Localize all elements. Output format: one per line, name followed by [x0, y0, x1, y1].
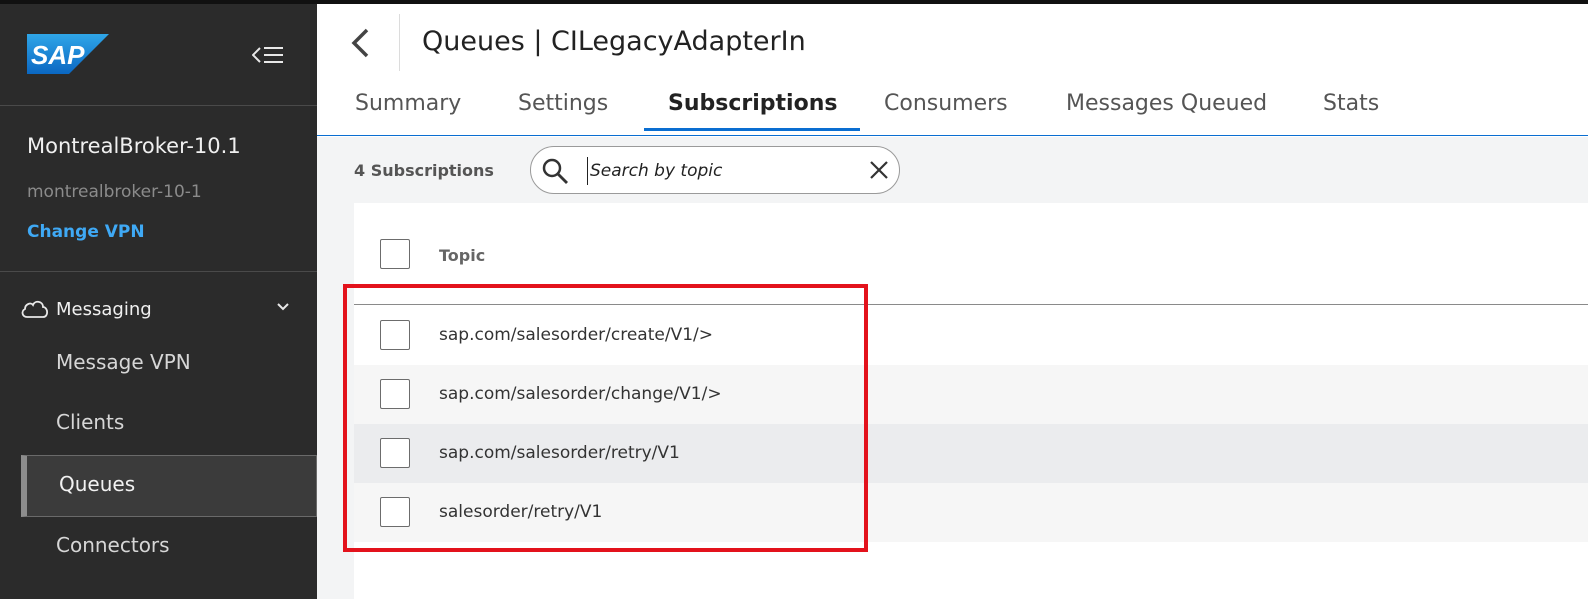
highlight-box	[343, 284, 868, 552]
sap-logo: SAP	[27, 34, 109, 74]
broker-info: MontrealBroker-10.1 montrealbroker-10-1 …	[0, 106, 317, 272]
sidebar-item-label: Queues	[59, 472, 136, 496]
title-divider	[399, 14, 400, 71]
search-icon	[542, 158, 568, 184]
collapse-menu-icon[interactable]	[252, 44, 284, 66]
select-all-checkbox[interactable]	[380, 239, 410, 269]
search-input[interactable]	[587, 157, 857, 185]
tab-stats[interactable]: Stats	[1323, 91, 1379, 116]
page-title: Queues | CILegacyAdapterIn	[422, 26, 806, 57]
search-box[interactable]	[530, 146, 900, 194]
tab-bar: Summary Settings Subscriptions Consumers…	[317, 88, 1588, 136]
sap-logo-text: SAP	[31, 40, 85, 70]
broker-name: MontrealBroker-10.1	[27, 134, 241, 158]
column-header-topic: Topic	[439, 246, 486, 265]
tab-summary[interactable]: Summary	[355, 91, 461, 116]
window-top-edge	[0, 0, 1588, 4]
tab-messages-queued[interactable]: Messages Queued	[1066, 91, 1267, 116]
tab-settings[interactable]: Settings	[518, 91, 608, 116]
sidebar: SAP MontrealBroker-10.1 montrealbroker-1…	[0, 4, 317, 599]
active-tab-indicator	[644, 128, 860, 131]
cloud-icon	[21, 300, 49, 318]
sidebar-item-clients[interactable]: Clients	[56, 410, 124, 434]
close-icon[interactable]	[869, 160, 889, 180]
chevron-down-icon[interactable]	[276, 302, 290, 312]
nav-group-messaging[interactable]: Messaging	[20, 294, 302, 324]
change-vpn-link[interactable]: Change VPN	[27, 222, 145, 242]
back-arrow-icon[interactable]	[347, 26, 373, 60]
sidebar-item-connectors[interactable]: Connectors	[56, 533, 170, 557]
sidebar-header: SAP	[0, 4, 317, 106]
sidebar-item-queues[interactable]: Queues	[21, 455, 317, 517]
tab-subscriptions[interactable]: Subscriptions	[668, 91, 837, 116]
subscription-count: 4 Subscriptions	[354, 161, 494, 180]
tab-consumers[interactable]: Consumers	[884, 91, 1008, 116]
sidebar-item-message-vpn[interactable]: Message VPN	[56, 350, 191, 374]
broker-id: montrealbroker-10-1	[27, 182, 202, 202]
nav-group-label: Messaging	[56, 298, 152, 320]
